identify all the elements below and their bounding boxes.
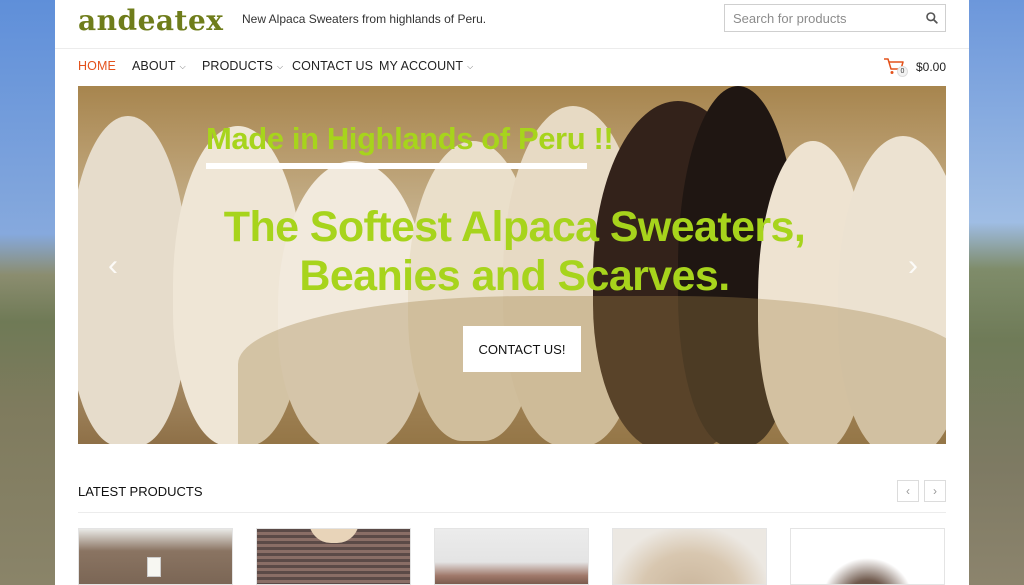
hero-subheadline: The Softest Alpaca Sweaters, Beanies and… [223, 203, 806, 300]
cart-icon[interactable]: 0 [883, 57, 908, 77]
product-carousel [78, 528, 946, 585]
chevron-down-icon: ⌵ [467, 62, 474, 71]
nav-item-label: ABOUT [132, 59, 176, 73]
product-card[interactable] [790, 528, 945, 585]
product-card[interactable] [256, 528, 411, 585]
chevron-left-icon: ‹ [906, 484, 910, 498]
page-container: andeatex New Alpaca Sweaters from highla… [55, 0, 969, 585]
nav-item-label: HOME [78, 59, 116, 73]
nav-item-about[interactable]: ABOUT ⌵ [132, 59, 186, 73]
hero-headline: Made in Highlands of Peru !! [206, 121, 614, 156]
chevron-down-icon: ⌵ [179, 62, 186, 71]
chevron-right-icon: › [933, 484, 937, 498]
search-box [724, 4, 946, 32]
hero-slider: Made in Highlands of Peru !! The Softest… [78, 86, 946, 444]
hero-underline [206, 163, 587, 169]
product-card[interactable] [612, 528, 767, 585]
carousel-prev-button[interactable]: ‹ [897, 480, 919, 502]
nav-item-my-account[interactable]: MY ACCOUNT ⌵ [379, 59, 473, 73]
contact-us-button[interactable]: CONTACT US! [463, 326, 581, 372]
section-divider [78, 512, 946, 513]
cart-widget[interactable]: 0 $0.00 [883, 56, 946, 78]
product-card[interactable] [78, 528, 233, 585]
search-icon[interactable] [925, 11, 939, 25]
latest-products-header: LATEST PRODUCTS ‹ › [78, 480, 946, 514]
chevron-left-icon[interactable]: ‹ [108, 251, 118, 281]
site-logo[interactable]: andeatex [78, 4, 223, 37]
carousel-next-button[interactable]: › [924, 480, 946, 502]
product-tag-icon [147, 557, 161, 577]
site-header: andeatex New Alpaca Sweaters from highla… [78, 0, 946, 48]
section-title: LATEST PRODUCTS [78, 484, 203, 499]
background-scenery-right [969, 0, 1024, 585]
chevron-down-icon: ⌵ [276, 62, 284, 71]
chevron-right-icon[interactable]: › [908, 251, 918, 281]
nav-item-home[interactable]: HOME [78, 59, 116, 73]
background-scenery-left [0, 0, 55, 585]
site-tagline: New Alpaca Sweaters from highlands of Pe… [242, 12, 487, 26]
cart-total: $0.00 [915, 60, 946, 74]
nav-item-label: CONTACT US [292, 59, 374, 73]
nav-item-label: PRODUCTS [202, 59, 273, 73]
main-nav: HOME ABOUT ⌵ PRODUCTS ⌵ CONTACT US MY ACCO… [78, 49, 946, 85]
nav-item-products[interactable]: PRODUCTS ⌵ [202, 59, 283, 73]
cart-count-badge: 0 [896, 66, 908, 77]
nav-item-label: MY ACCOUNT [379, 59, 464, 73]
nav-item-contact-us[interactable]: CONTACT US [292, 59, 373, 73]
search-input[interactable] [725, 5, 915, 31]
product-card[interactable] [434, 528, 589, 585]
